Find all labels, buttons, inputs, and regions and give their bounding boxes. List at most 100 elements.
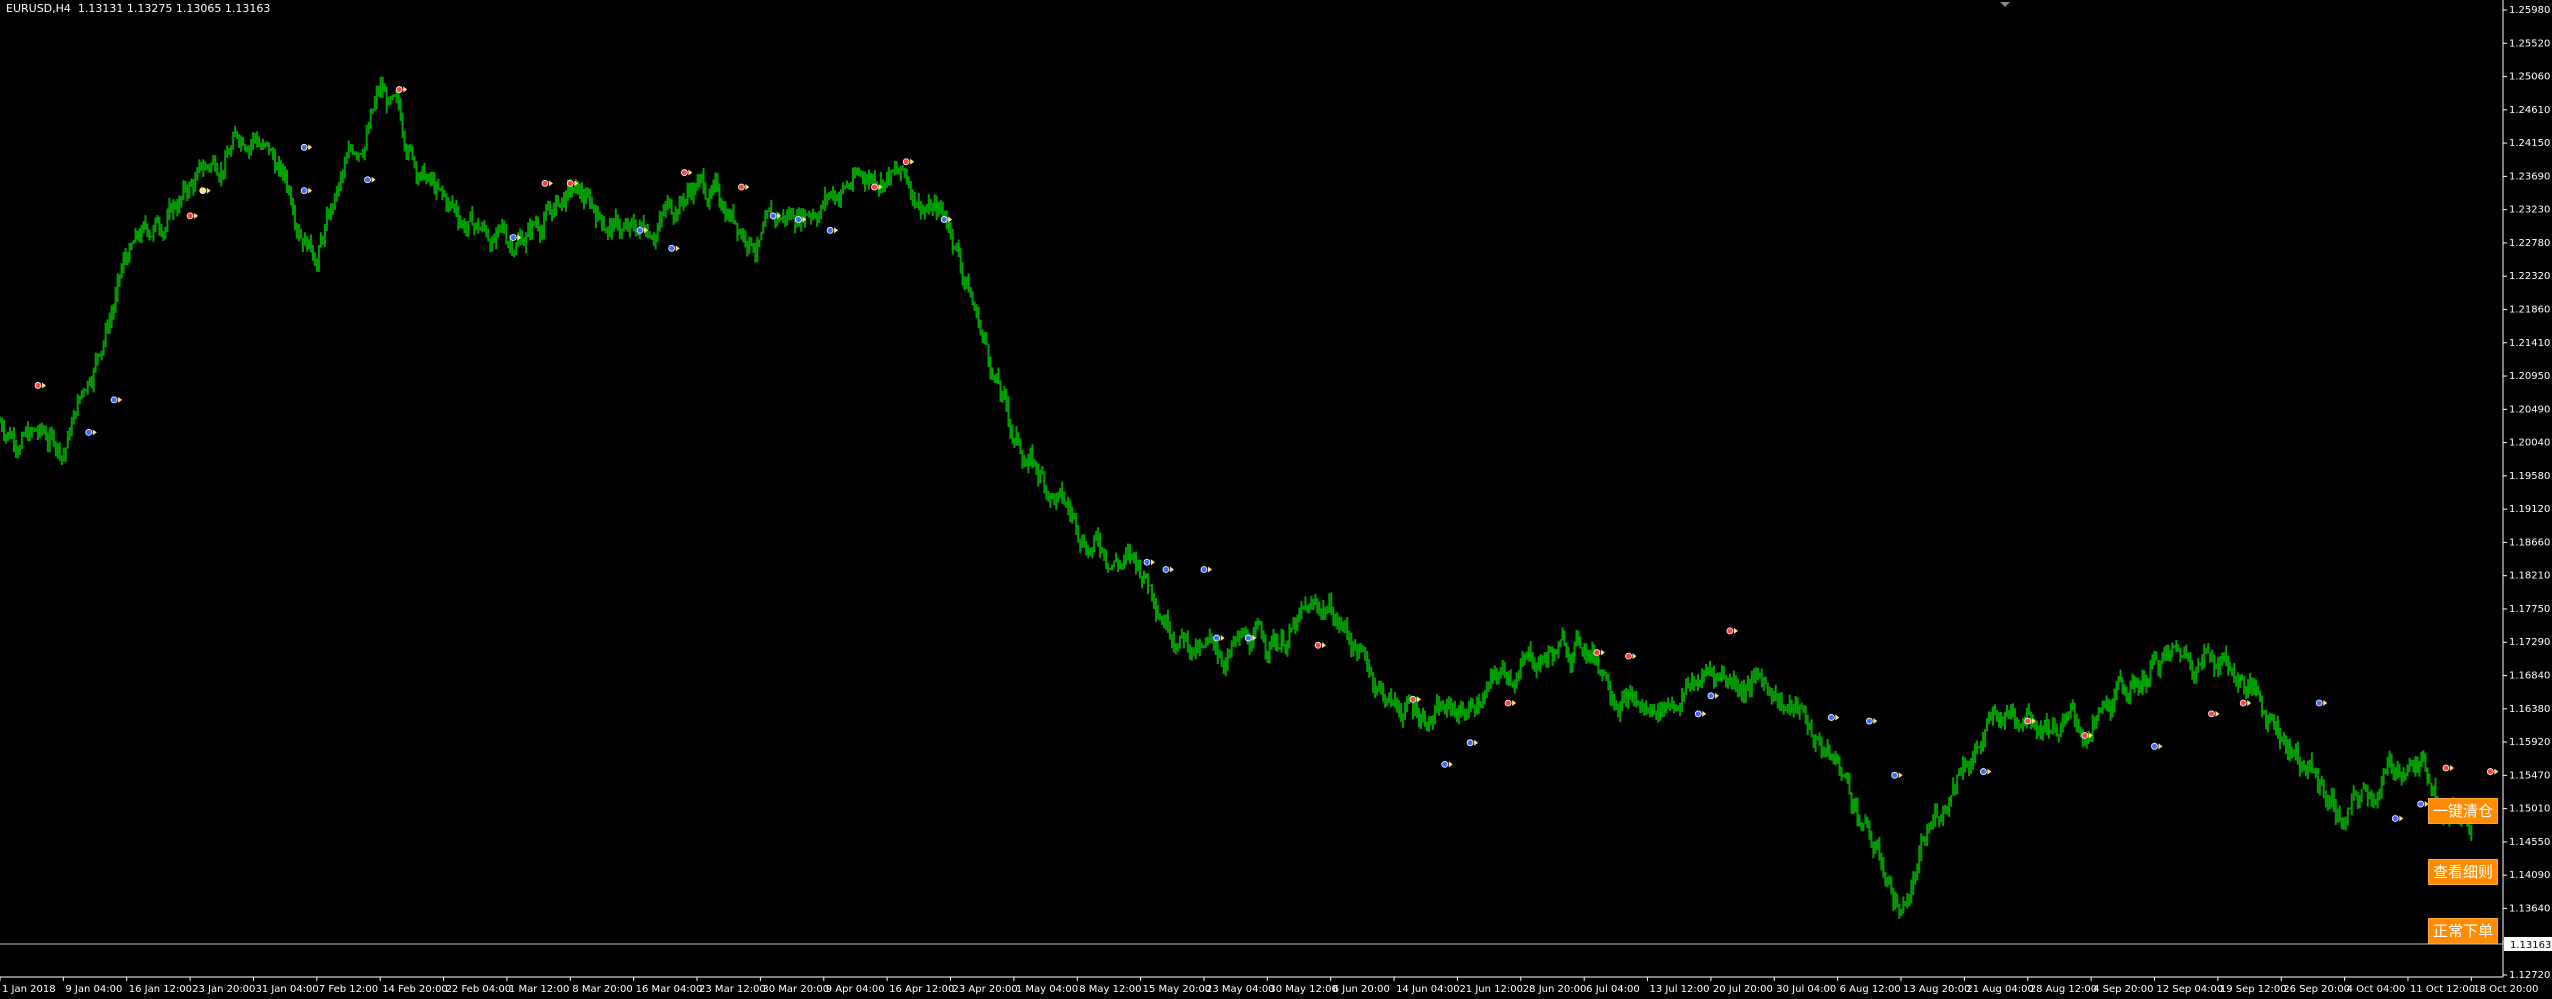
buy-marker[interactable] bbox=[1244, 634, 1252, 642]
y-tick-label: 1.15920 bbox=[2509, 737, 2550, 748]
ohlc-values: 1.13131 1.13275 1.13065 1.13163 bbox=[77, 2, 271, 15]
buy-marker[interactable] bbox=[1979, 768, 1987, 775]
buy-marker[interactable] bbox=[110, 396, 118, 404]
x-tick-label: 6 Jul 04:00 bbox=[1586, 984, 1640, 995]
x-tick-label: 21 Aug 04:00 bbox=[1966, 984, 2033, 995]
buy-marker[interactable] bbox=[1694, 710, 1702, 718]
x-tick-label: 28 Aug 12:00 bbox=[2030, 984, 2097, 995]
x-tick-label: 1 Mar 12:00 bbox=[509, 984, 569, 995]
x-tick-label: 4 Sep 20:00 bbox=[2093, 984, 2153, 995]
y-tick-label: 1.24610 bbox=[2509, 105, 2550, 116]
x-tick-label: 30 May 12:00 bbox=[1269, 984, 1338, 995]
buy-marker[interactable] bbox=[795, 216, 802, 223]
sell-marker[interactable] bbox=[2486, 768, 2494, 775]
buy-marker[interactable] bbox=[2417, 800, 2425, 808]
y-tick-label: 1.23690 bbox=[2509, 171, 2550, 182]
sell-marker[interactable] bbox=[1625, 652, 1632, 660]
buy-marker[interactable] bbox=[769, 212, 777, 220]
buy-marker[interactable] bbox=[1827, 714, 1835, 721]
price-chart[interactable]: 1.25980 1.25520 1.25060 1.24610 1.24150 1.236… bbox=[0, 0, 2552, 999]
buy-marker[interactable] bbox=[668, 244, 676, 252]
x-tick-label: 19 Sep 12:00 bbox=[2220, 984, 2287, 995]
sell-marker[interactable] bbox=[541, 179, 549, 187]
sell-marker[interactable] bbox=[34, 382, 42, 389]
y-tick-label: 1.14090 bbox=[2509, 870, 2550, 881]
y-tick-label: 1.21410 bbox=[2509, 338, 2550, 349]
sell-marker[interactable] bbox=[1314, 641, 1322, 649]
x-tick-label: 23 Apr 20:00 bbox=[953, 984, 1018, 995]
x-tick-label: 16 Mar 04:00 bbox=[636, 984, 703, 995]
sell-marker[interactable] bbox=[186, 212, 194, 220]
buy-marker[interactable] bbox=[1466, 739, 1474, 747]
sell-marker[interactable] bbox=[1726, 627, 1734, 635]
x-tick-label: 6 Aug 12:00 bbox=[1840, 984, 1901, 995]
sell-marker[interactable] bbox=[566, 179, 574, 187]
y-tick-label: 1.25520 bbox=[2509, 38, 2550, 49]
buy-marker[interactable] bbox=[1891, 771, 1899, 779]
buy-marker[interactable] bbox=[1162, 566, 1170, 573]
buy-marker[interactable] bbox=[1143, 558, 1151, 566]
view-details-button[interactable]: 查看细则 bbox=[2428, 859, 2499, 885]
buy-marker[interactable] bbox=[2315, 699, 2323, 707]
x-tick-label: 22 Feb 04:00 bbox=[446, 984, 512, 995]
buy-marker[interactable] bbox=[1865, 717, 1873, 725]
sell-marker[interactable] bbox=[2208, 710, 2215, 718]
x-tick-label: 9 Jan 04:00 bbox=[65, 984, 122, 995]
x-tick-label: 18 Oct 20:00 bbox=[2473, 984, 2538, 995]
buy-marker[interactable] bbox=[2151, 742, 2158, 750]
buy-marker[interactable] bbox=[85, 428, 93, 436]
normal-order-button[interactable]: 正常下单 bbox=[2428, 918, 2499, 944]
sell-marker[interactable] bbox=[2239, 699, 2247, 707]
symbol-label: EURUSD,H4 bbox=[6, 2, 71, 15]
x-tick-label: 16 Apr 12:00 bbox=[889, 984, 954, 995]
sell-marker[interactable] bbox=[2442, 764, 2450, 772]
x-tick-label: 15 May 20:00 bbox=[1143, 984, 1212, 995]
x-tick-label: 14 Feb 20:00 bbox=[382, 984, 448, 995]
x-tick-label: 23 Jan 20:00 bbox=[192, 984, 255, 995]
y-tick-label: 1.23230 bbox=[2509, 205, 2550, 216]
y-tick-label: 1.18210 bbox=[2509, 571, 2550, 582]
close-all-button[interactable]: 一键清仓 bbox=[2428, 798, 2499, 824]
x-tick-label: 14 Jun 04:00 bbox=[1396, 984, 1460, 995]
sell-marker[interactable] bbox=[395, 86, 403, 93]
buy-marker[interactable] bbox=[1200, 566, 1208, 573]
sell-marker[interactable] bbox=[871, 183, 878, 191]
buy-marker[interactable] bbox=[636, 226, 644, 234]
buy-marker[interactable] bbox=[300, 187, 308, 194]
y-tick-label: 1.21860 bbox=[2509, 304, 2550, 315]
close-marker[interactable] bbox=[199, 187, 207, 194]
sell-marker[interactable] bbox=[902, 158, 910, 166]
sell-marker[interactable] bbox=[2024, 717, 2032, 725]
buy-marker[interactable] bbox=[2391, 815, 2399, 822]
sell-marker[interactable] bbox=[680, 169, 688, 176]
chart-header: EURUSD,H4 1.13131 1.13275 1.13065 1.1316… bbox=[6, 2, 270, 15]
y-tick-label: 1.15470 bbox=[2509, 770, 2550, 781]
y-tick-label: 1.19580 bbox=[2509, 471, 2550, 482]
buy-marker[interactable] bbox=[940, 216, 948, 223]
y-tick-label: 1.12720 bbox=[2509, 970, 2550, 981]
buy-marker[interactable] bbox=[1441, 760, 1449, 768]
sell-marker[interactable] bbox=[2081, 732, 2089, 739]
buy-marker[interactable] bbox=[364, 176, 371, 184]
sell-marker[interactable] bbox=[1409, 696, 1417, 703]
buy-marker[interactable] bbox=[826, 226, 834, 234]
y-tick-label: 1.17290 bbox=[2509, 637, 2550, 648]
x-tick-label: 8 Mar 20:00 bbox=[572, 984, 632, 995]
x-tick-label: 12 Sep 04:00 bbox=[2156, 984, 2223, 995]
x-tick-label: 4 Oct 04:00 bbox=[2347, 984, 2406, 995]
buy-marker[interactable] bbox=[509, 234, 517, 241]
buy-marker[interactable] bbox=[1707, 692, 1715, 700]
x-tick-label: 8 May 12:00 bbox=[1079, 984, 1141, 995]
sell-marker[interactable] bbox=[737, 183, 745, 191]
buy-marker[interactable] bbox=[1213, 634, 1221, 642]
buy-marker[interactable] bbox=[300, 143, 308, 151]
sell-marker[interactable] bbox=[1593, 649, 1601, 656]
x-tick-label: 31 Jan 04:00 bbox=[255, 984, 318, 995]
price-tag-text: 1.13163 bbox=[2510, 940, 2551, 951]
sell-marker[interactable] bbox=[1504, 699, 1512, 707]
y-tick-label: 1.17750 bbox=[2509, 604, 2550, 615]
y-tick-label: 1.16840 bbox=[2509, 671, 2550, 682]
x-tick-label: 21 Jun 12:00 bbox=[1459, 984, 1523, 995]
y-tick-label: 1.13640 bbox=[2509, 903, 2550, 914]
y-tick-label: 1.22780 bbox=[2509, 238, 2550, 249]
